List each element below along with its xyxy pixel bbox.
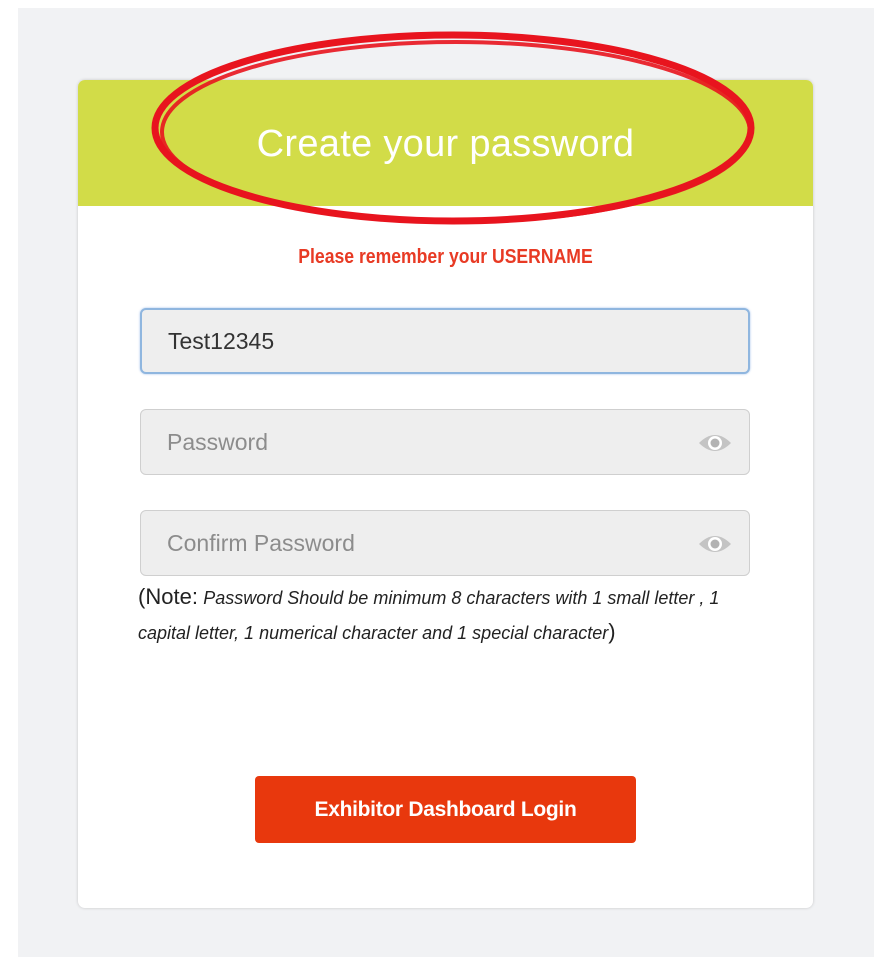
confirm-password-field[interactable] bbox=[140, 510, 750, 576]
password-field[interactable] bbox=[140, 409, 750, 475]
password-requirements-note: (Note: Password Should be minimum 8 char… bbox=[138, 580, 768, 650]
confirm-password-input[interactable] bbox=[167, 511, 667, 575]
exhibitor-dashboard-login-button[interactable]: Exhibitor Dashboard Login bbox=[255, 776, 636, 843]
eye-icon[interactable] bbox=[697, 429, 733, 457]
username-field[interactable] bbox=[140, 308, 750, 374]
note-label: Note bbox=[145, 584, 192, 609]
password-input[interactable] bbox=[167, 410, 667, 474]
note-close-paren: ) bbox=[608, 619, 616, 644]
card-title: Create your password bbox=[256, 123, 635, 165]
eye-icon[interactable] bbox=[697, 530, 733, 558]
username-notice: Please remember your USERNAME bbox=[298, 246, 593, 268]
card-header: Create your password bbox=[78, 80, 813, 206]
note-colon: : bbox=[191, 584, 198, 609]
username-input[interactable] bbox=[168, 310, 668, 372]
note-text: Password Should be minimum 8 characters … bbox=[138, 588, 720, 643]
